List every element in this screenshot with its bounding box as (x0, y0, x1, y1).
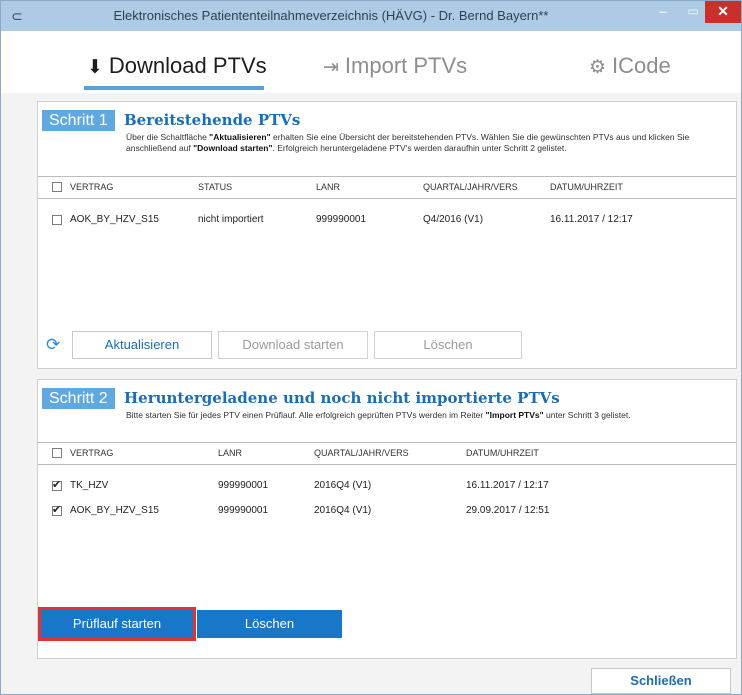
cell-vertrag: TK_HZV (70, 480, 109, 491)
download-start-button[interactable]: Download starten (218, 331, 368, 359)
col-datum: DATUM/UHRZEIT (466, 448, 539, 458)
refresh-button[interactable]: Aktualisieren (72, 331, 212, 359)
cell-datum: 16.11.2017 / 12:17 (466, 480, 549, 491)
tab-label: Import PTVs (344, 53, 468, 78)
cell-quartal: 2016Q4 (V1) (314, 480, 372, 491)
col-status: STATUS (198, 182, 233, 192)
row-checkbox-checked[interactable] (52, 503, 62, 516)
col-quartal: QUARTAL/JAHR/VERS (423, 182, 518, 192)
step2-select-all-checkbox[interactable] (52, 448, 62, 458)
cell-lanr: 999990001 (218, 480, 269, 491)
step1-delete-button[interactable]: Löschen (374, 331, 522, 359)
close-button[interactable]: Schließen (591, 668, 731, 694)
col-vertrag: VERTRAG (70, 182, 114, 192)
cell-datum: 16.11.2017 / 12:17 (550, 214, 633, 225)
download-icon: ⬇ (87, 57, 103, 78)
row-checkbox[interactable] (52, 215, 62, 225)
step2-badge: Schritt 2 (42, 388, 115, 409)
col-quartal: QUARTAL/JAHR/VERS (314, 448, 409, 458)
import-icon: ⇥ (323, 57, 339, 78)
step1-description: Über die Schaltfläche "Aktualisieren" er… (126, 132, 690, 153)
step2-table-header: VERTRAG LANR QUARTAL/JAHR/VERS DATUM/UHR… (38, 442, 736, 465)
cell-vertrag: AOK_BY_HZV_S15 (70, 214, 159, 225)
tab-download-ptvs[interactable]: ⬇ Download PTVs (87, 51, 267, 81)
title-bar: ⊂ Elektronisches Patiententeilnahmeverze… (1, 1, 741, 31)
step1-badge: Schritt 1 (42, 110, 115, 131)
cell-status: nicht importiert (198, 214, 264, 225)
step1-panel: Schritt 1 Bereitstehende PTVs Über die S… (37, 101, 737, 369)
highlight-frame (38, 607, 196, 641)
gear-icon: ⚙ (589, 57, 607, 78)
step1-table-header: VERTRAG STATUS LANR QUARTAL/JAHR/VERS DA… (38, 176, 736, 199)
cell-lanr: 999990001 (316, 214, 367, 225)
cell-lanr: 999990001 (218, 505, 269, 516)
cell-datum: 29.09.2017 / 12:51 (466, 505, 550, 516)
step2-title: Heruntergeladene und noch nicht importie… (124, 389, 560, 407)
active-tab-indicator (84, 86, 264, 90)
tab-import-ptvs[interactable]: ⇥ Import PTVs (323, 51, 467, 81)
app-logo-icon[interactable]: ⊂ (9, 8, 25, 24)
col-lanr: LANR (316, 182, 341, 192)
step2-panel: Schritt 2 Heruntergeladene und noch nich… (37, 379, 737, 659)
step1-title: Bereitstehende PTVs (124, 111, 301, 129)
maximize-button[interactable]: ▭ (678, 1, 708, 23)
col-datum: DATUM/UHRZEIT (550, 182, 623, 192)
step2-delete-button[interactable]: Löschen (197, 610, 342, 638)
close-window-button[interactable]: ✕ (705, 1, 741, 23)
col-lanr: LANR (218, 448, 243, 458)
refresh-icon[interactable]: ⟳ (46, 335, 60, 355)
cell-vertrag: AOK_BY_HZV_S15 (70, 505, 159, 516)
app-window: ⊂ Elektronisches Patiententeilnahmeverze… (0, 0, 742, 695)
col-vertrag: VERTRAG (70, 448, 114, 458)
tab-icode[interactable]: ⚙ ICode (589, 51, 671, 81)
tab-label: ICode (612, 53, 671, 78)
cell-quartal: Q4/2016 (V1) (423, 214, 484, 225)
step2-description: Bitte starten Sie für jedes PTV einen Pr… (126, 410, 631, 420)
row-checkbox-checked[interactable] (52, 478, 62, 491)
minimize-button[interactable]: – (648, 1, 678, 23)
step1-select-all-checkbox[interactable] (52, 182, 62, 192)
cell-quartal: 2016Q4 (V1) (314, 505, 372, 516)
tab-label: Download PTVs (108, 53, 267, 78)
window-title: Elektronisches Patiententeilnahmeverzeic… (113, 8, 549, 23)
tab-bar: ⬇ Download PTVs ⇥ Import PTVs ⚙ ICode (1, 31, 741, 93)
